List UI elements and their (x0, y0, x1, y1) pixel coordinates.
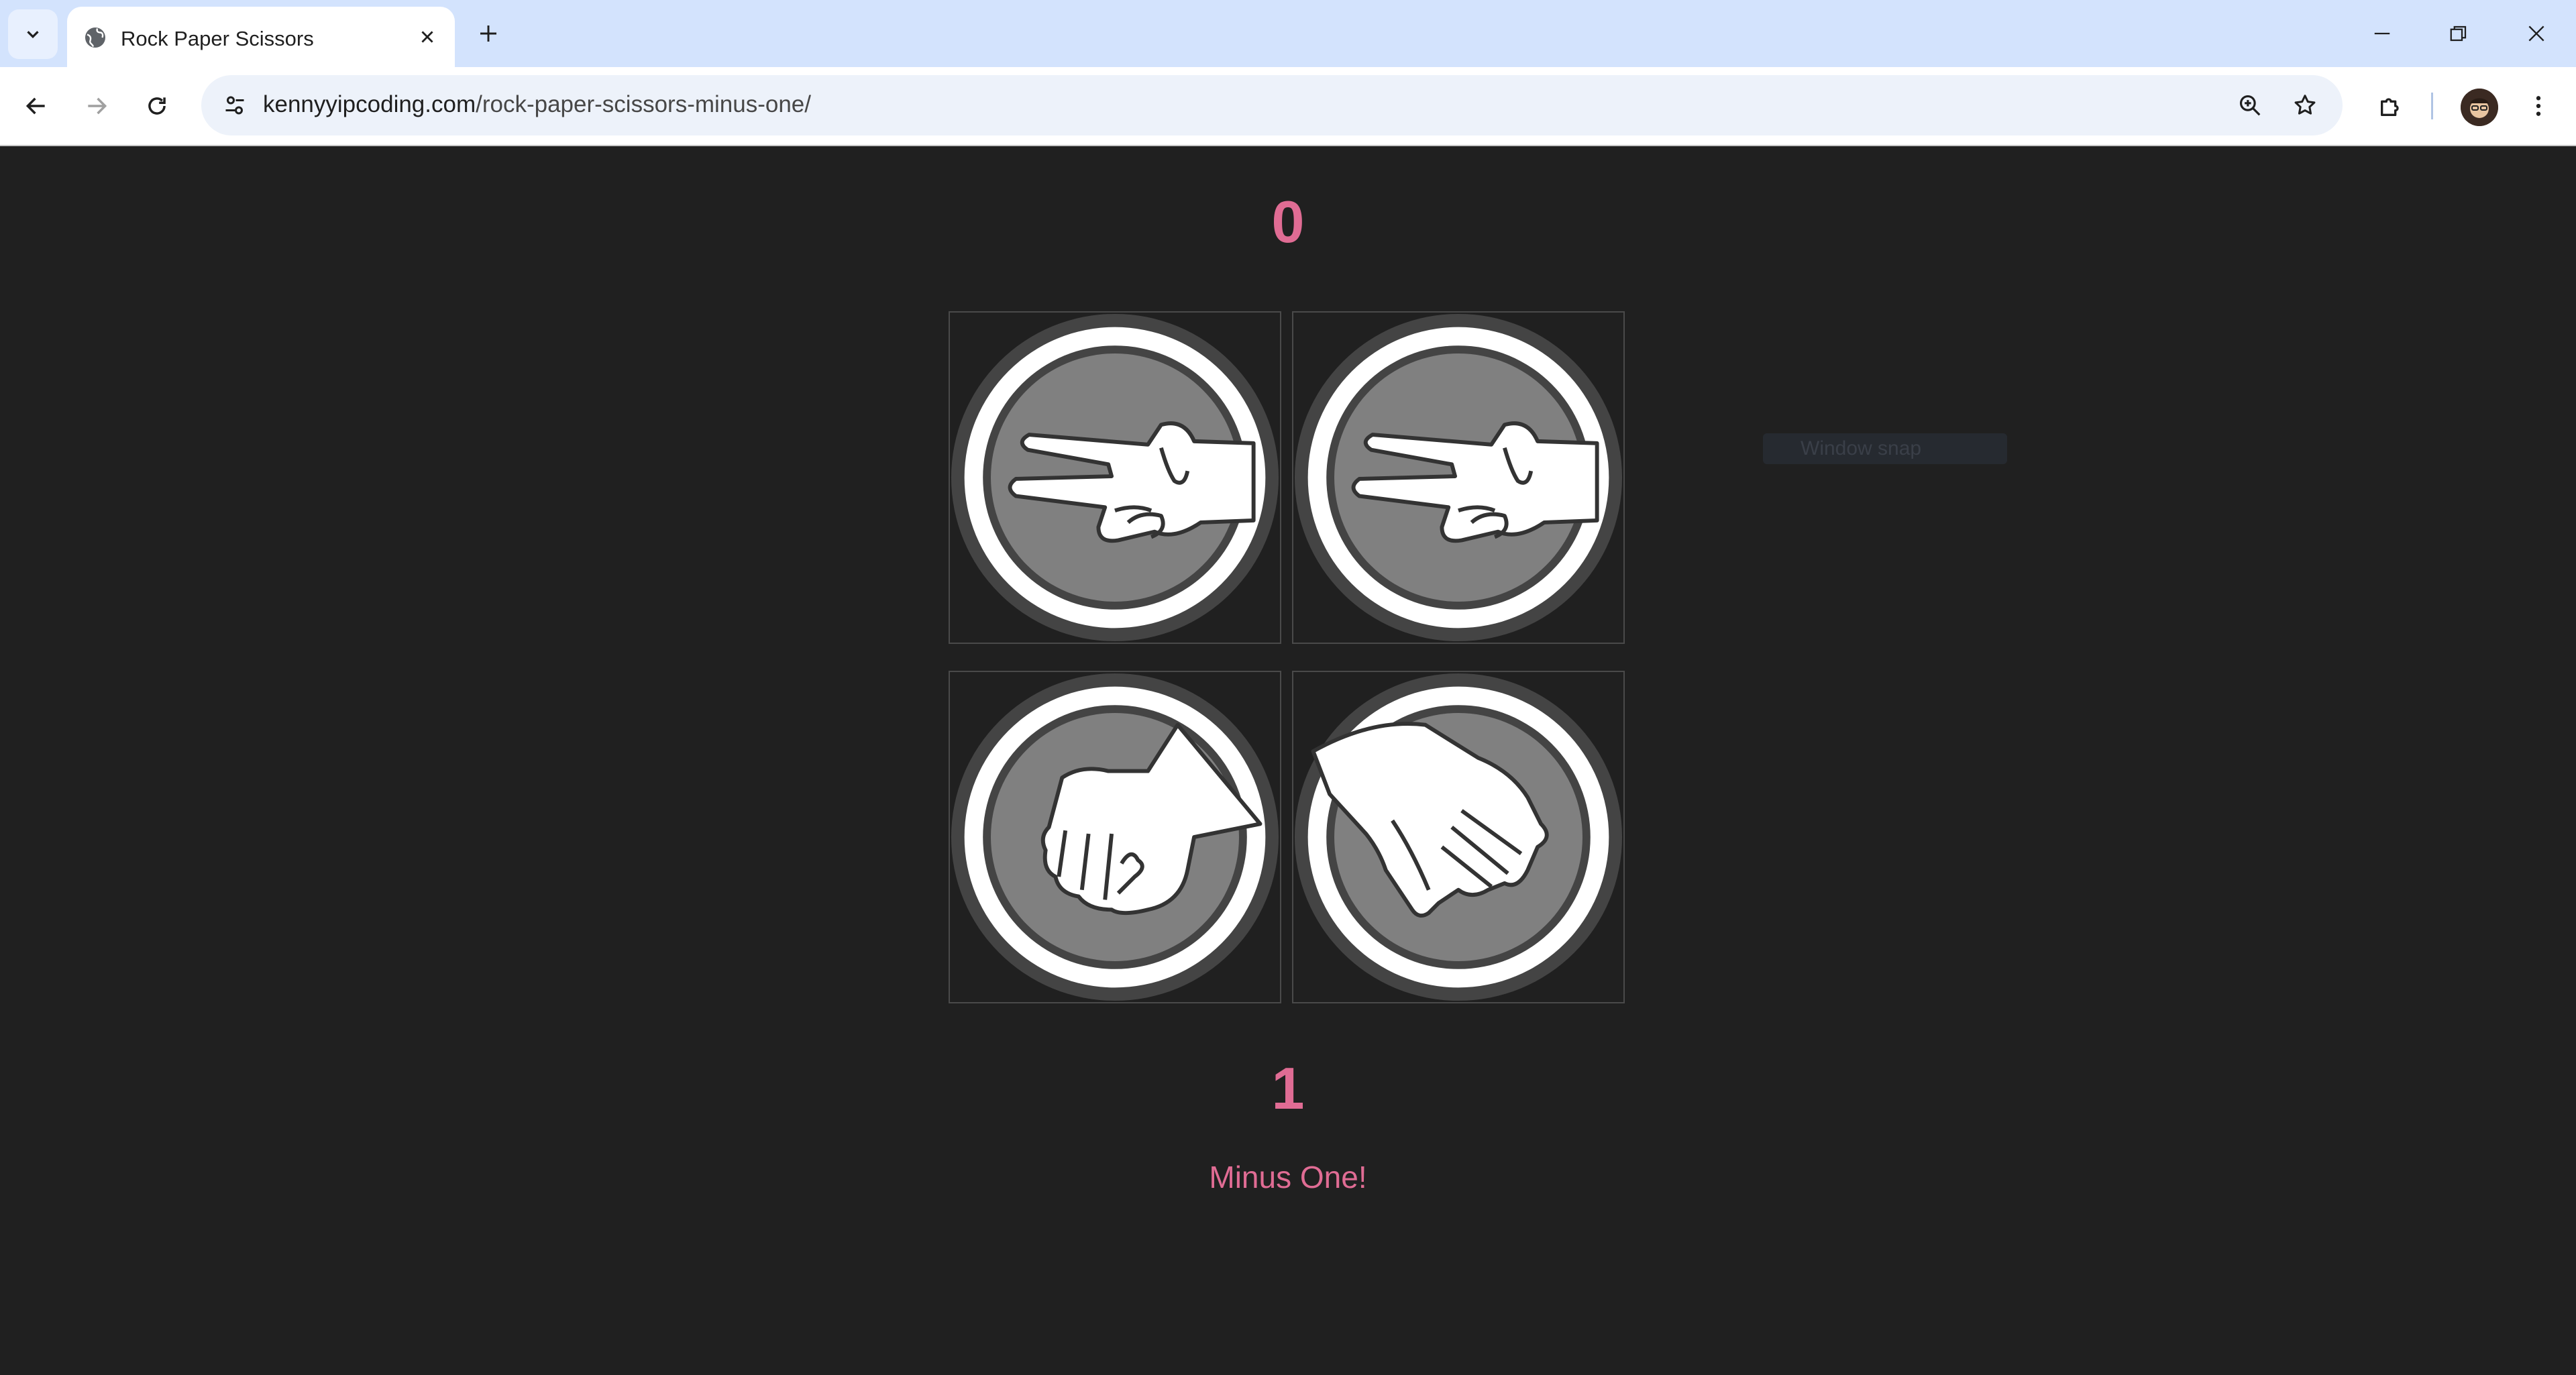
browser-tab[interactable]: Rock Paper Scissors (67, 7, 455, 67)
forward-button[interactable] (75, 85, 118, 127)
opponent-choice-scissors-1[interactable] (949, 311, 1281, 644)
tab-search-button[interactable] (8, 9, 58, 59)
chevron-down-icon (27, 31, 39, 39)
status-message: Minus One! (1209, 1160, 1367, 1195)
address-bar[interactable]: kennyyipcoding.com/rock-paper-scissors-m… (201, 75, 2343, 135)
site-info-button[interactable] (213, 84, 256, 127)
globe-icon (85, 28, 105, 48)
tune-icon (225, 96, 244, 115)
rock-hand-icon (951, 673, 1279, 1001)
scissors-hand-icon (1294, 313, 1623, 642)
paper-hand-icon (1294, 673, 1623, 1001)
extensions-button[interactable] (2369, 85, 2412, 127)
url-text[interactable]: kennyyipcoding.com/rock-paper-scissors-m… (263, 91, 811, 118)
close-icon (421, 31, 433, 43)
snap-hint: Window snap (1763, 433, 2007, 464)
zoom-button[interactable] (2229, 84, 2271, 127)
close-icon (2528, 25, 2544, 42)
url-domain: kennyyipcoding.com (263, 91, 476, 117)
tab-close-button[interactable] (413, 23, 441, 51)
profile-avatar[interactable] (2461, 89, 2498, 126)
arrow-left-icon (25, 97, 45, 115)
reload-button[interactable] (136, 85, 178, 127)
opponent-choice-scissors-2[interactable] (1292, 311, 1625, 644)
bookmark-button[interactable] (2284, 84, 2326, 127)
opponent-score: 0 (1271, 188, 1305, 255)
player-choice-rock[interactable] (949, 671, 1281, 1003)
plus-icon (480, 25, 496, 42)
back-button[interactable] (15, 85, 58, 127)
close-window-button[interactable] (2506, 12, 2567, 55)
url-path: /rock-paper-scissors-minus-one/ (476, 91, 811, 117)
scissors-hand-icon (951, 313, 1279, 642)
arrow-right-icon (88, 97, 107, 115)
puzzle-icon (2381, 98, 2399, 116)
toolbar-divider (2431, 93, 2433, 119)
player-choice-paper[interactable] (1292, 671, 1625, 1003)
player-score: 1 (1271, 1055, 1305, 1121)
menu-button[interactable] (2517, 85, 2560, 127)
title-bar: Rock Paper Scissors (0, 0, 2576, 67)
new-tab-button[interactable] (470, 15, 507, 52)
restore-button[interactable] (2428, 12, 2489, 55)
star-icon (2294, 95, 2316, 115)
restore-icon (2450, 25, 2467, 42)
minimize-icon (2374, 32, 2390, 35)
zoom-in-icon (2239, 95, 2261, 116)
minimize-button[interactable] (2352, 12, 2412, 55)
more-vert-icon (2536, 96, 2541, 116)
browser-toolbar: kennyyipcoding.com/rock-paper-scissors-m… (0, 67, 2576, 146)
reload-icon (148, 97, 166, 115)
avatar-icon (2461, 89, 2498, 126)
tab-title: Rock Paper Scissors (121, 27, 314, 50)
